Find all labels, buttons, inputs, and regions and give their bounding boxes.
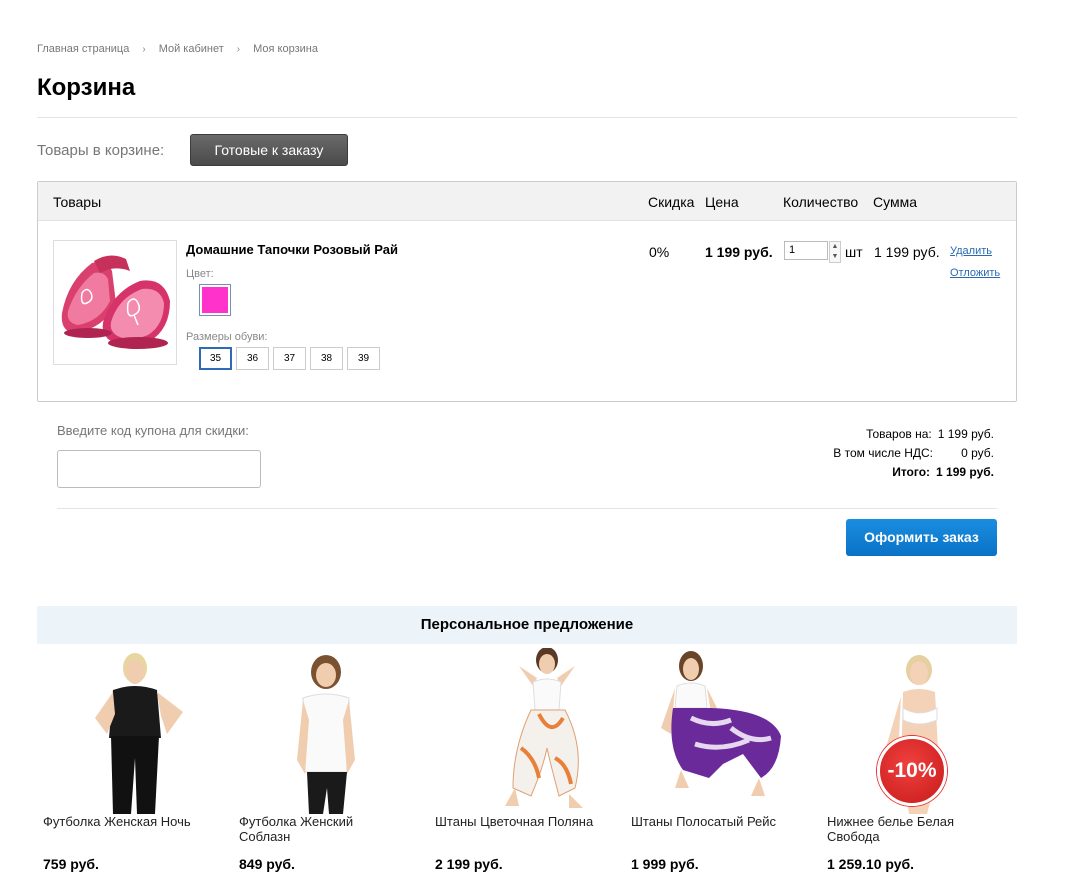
item-discount: 0%: [649, 244, 670, 260]
product-price: 1 259.10 руб.: [827, 856, 915, 872]
cart-filter-label: Товары в корзине:: [37, 142, 165, 159]
grand-total-label: Итого:: [892, 465, 931, 479]
header-items: Товары: [53, 194, 102, 210]
breadcrumb: Главная страница › Мой кабинет › Моя кор…: [37, 43, 318, 55]
product-price: 1 999 руб.: [631, 856, 699, 872]
order-totals: Товаров на: 1 199 руб. В том числе НДС: 0 …: [833, 425, 994, 482]
item-sum: 1 199 руб.: [874, 244, 940, 260]
product-price: 2 199 руб.: [435, 856, 503, 872]
cart-table: Товары Скидка Цена Количество Сумма Дома…: [37, 181, 1017, 402]
chevron-right-icon: ›: [142, 43, 146, 55]
coupon-label: Введите код купона для скидки:: [57, 423, 249, 438]
product-photo[interactable]: [43, 648, 223, 814]
vat-label: В том числе НДС:: [833, 446, 933, 460]
postpone-link[interactable]: Отложить: [950, 267, 1000, 279]
checkout-button[interactable]: Оформить заказ: [846, 519, 997, 556]
product-price: 759 руб.: [43, 856, 99, 872]
ready-to-order-tab[interactable]: Готовые к заказу: [190, 134, 348, 166]
size-option[interactable]: 38: [310, 347, 343, 370]
header-sum: Сумма: [873, 194, 917, 210]
product-name[interactable]: Штаны Полосатый Рейс: [631, 814, 791, 829]
color-swatch-pink[interactable]: [199, 284, 231, 316]
cart-table-header: Товары Скидка Цена Количество Сумма: [38, 182, 1016, 221]
quantity-input[interactable]: 1: [784, 241, 828, 260]
size-option[interactable]: 36: [236, 347, 269, 370]
divider: [57, 508, 997, 509]
quantity-unit: шт: [845, 244, 863, 260]
delete-link[interactable]: Удалить: [950, 245, 992, 257]
product-photo[interactable]: [435, 648, 615, 814]
grand-total-value: 1 199 руб.: [936, 465, 994, 479]
header-quantity: Количество: [783, 194, 859, 210]
product-name[interactable]: Футболка Женский Соблазн: [239, 814, 399, 844]
discount-badge: -10%: [877, 736, 947, 806]
size-option[interactable]: 39: [347, 347, 380, 370]
product-photo[interactable]: [631, 648, 811, 814]
header-price: Цена: [705, 194, 739, 210]
personal-offer-title: Персональное предложение: [37, 606, 1017, 644]
product-name[interactable]: Штаны Цветочная Поляна: [435, 814, 595, 829]
product-name[interactable]: Нижнее белье Белая Свобода: [827, 814, 987, 844]
item-price: 1 199 руб.: [705, 244, 773, 260]
goods-total-value: 1 199 руб.: [937, 427, 994, 441]
header-discount: Скидка: [648, 194, 695, 210]
vat-value: 0 руб.: [961, 446, 994, 460]
color-label: Цвет:: [186, 268, 214, 280]
product-photo[interactable]: [239, 648, 419, 814]
color-swatch-fill: [202, 287, 228, 313]
sizes-label: Размеры обуви:: [186, 331, 268, 343]
size-option-selected[interactable]: 35: [199, 347, 232, 370]
breadcrumb-account[interactable]: Мой кабинет: [159, 43, 224, 55]
goods-total-label: Товаров на:: [866, 427, 932, 441]
page-title: Корзина: [37, 74, 136, 101]
product-name[interactable]: Футболка Женская Ночь: [43, 814, 203, 829]
product-image[interactable]: [53, 240, 177, 365]
breadcrumb-home[interactable]: Главная страница: [37, 43, 129, 55]
product-price: 849 руб.: [239, 856, 295, 872]
size-selector: 35 36 37 38 39: [199, 347, 380, 370]
product-name-link[interactable]: Домашние Тапочки Розовый Рай: [186, 242, 398, 257]
quantity-stepper[interactable]: ▲ ▼: [829, 241, 841, 263]
divider: [37, 117, 1017, 118]
coupon-input[interactable]: [57, 450, 261, 488]
breadcrumb-cart[interactable]: Моя корзина: [253, 43, 318, 55]
size-option[interactable]: 37: [273, 347, 306, 370]
chevron-right-icon: ›: [236, 43, 241, 55]
